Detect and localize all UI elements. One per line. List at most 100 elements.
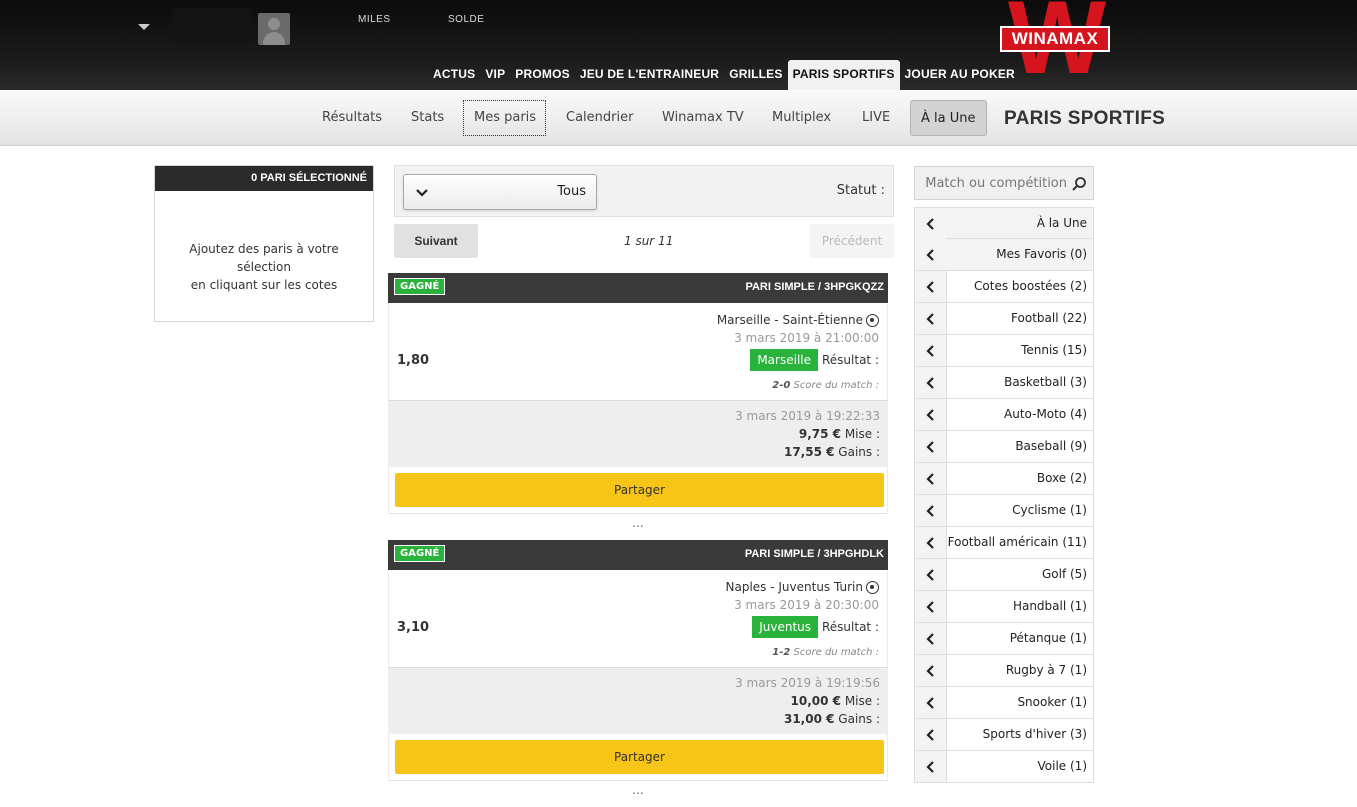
winnings-value: 17,55 € bbox=[783, 445, 835, 459]
chevron-left-icon bbox=[915, 623, 946, 654]
status-select-value: Tous bbox=[557, 184, 586, 199]
chevron-left-icon bbox=[915, 527, 946, 558]
subnav-calendrier[interactable]: Calendrier bbox=[556, 100, 643, 136]
more-dots[interactable]: ... bbox=[388, 514, 888, 532]
search-input[interactable]: Match ou compétition bbox=[925, 176, 1067, 191]
menu-item-baseball[interactable]: Baseball (9) bbox=[914, 431, 1094, 463]
bet-title: PARI SIMPLE / 3HPGHDLK bbox=[744, 548, 884, 560]
menu-item-cotes-boostees[interactable]: Cotes boostées (2) bbox=[914, 271, 1094, 303]
solde-link[interactable]: SOLDE bbox=[448, 14, 484, 25]
next-button[interactable]: Suivant bbox=[394, 224, 478, 258]
logo-wordmark: WINAMAX bbox=[1000, 26, 1110, 52]
account-dropdown-icon[interactable] bbox=[138, 24, 150, 30]
bet-slip-message-line2: en cliquant sur les cotes bbox=[190, 278, 338, 292]
menu-item-label: Cyclisme (1) bbox=[1012, 503, 1087, 517]
menu-item-label: Auto-Moto (4) bbox=[1004, 407, 1087, 421]
section-title: PARIS SPORTIFS bbox=[1004, 108, 1166, 129]
nav-paris-sportifs[interactable]: PARIS SPORTIFS bbox=[787, 60, 900, 90]
page-count: 1 sur 11 bbox=[624, 234, 674, 248]
top-bar: MILES SOLDE ACTUS VIP PROMOS JEU DE L'EN… bbox=[0, 0, 1357, 90]
menu-item-basketball[interactable]: Basketball (3) bbox=[914, 367, 1094, 399]
winnings-label: Gains : bbox=[838, 712, 880, 726]
nav-promos[interactable]: PROMOS bbox=[510, 60, 575, 90]
chevron-left-icon bbox=[915, 463, 946, 494]
chevron-left-icon bbox=[915, 399, 946, 430]
chevron-left-icon bbox=[915, 431, 946, 462]
share-wrap: Partager bbox=[388, 467, 888, 514]
subnav-stats[interactable]: Stats bbox=[401, 100, 454, 136]
nav-jeu-entraineur[interactable]: JEU DE L'ENTRAINEUR bbox=[575, 60, 724, 90]
bet-card: GAGNÉ PARI SIMPLE / 3HPGHDLK Naples - Ju… bbox=[388, 540, 888, 799]
nav-vip[interactable]: VIP bbox=[480, 60, 510, 90]
winnings-label: Gains : bbox=[838, 445, 880, 459]
match-result: Juventus Résultat : bbox=[752, 616, 879, 638]
menu-item-football[interactable]: Football (22) bbox=[914, 303, 1094, 335]
menu-item-a-la-une[interactable]: À la Une bbox=[914, 207, 1094, 239]
avatar[interactable] bbox=[258, 13, 290, 45]
match-name: Naples - Juventus Turin bbox=[725, 580, 863, 594]
stake-label: Mise : bbox=[844, 694, 880, 708]
menu-item-rugby-7[interactable]: Rugby à 7 (1) bbox=[914, 655, 1094, 687]
share-button[interactable]: Partager bbox=[395, 473, 884, 507]
main-nav: ACTUS VIP PROMOS JEU DE L'ENTRAINEUR GRI… bbox=[428, 60, 1020, 90]
status-filter: Tous Statut : bbox=[394, 165, 894, 217]
chevron-left-icon bbox=[915, 239, 946, 270]
more-dots[interactable]: ... bbox=[388, 781, 888, 799]
match-date: 3 mars 2019 à 20:30:00 bbox=[734, 598, 879, 612]
menu-item-auto-moto[interactable]: Auto-Moto (4) bbox=[914, 399, 1094, 431]
menu-item-label: Football (22) bbox=[1011, 311, 1087, 325]
search-box[interactable]: Match ou compétition bbox=[914, 166, 1094, 200]
match-score: 2-0 Score du match : bbox=[772, 380, 879, 391]
menu-item-favoris[interactable]: Mes Favoris (0) bbox=[914, 239, 1094, 271]
menu-item-label: Basketball (3) bbox=[1004, 375, 1087, 389]
bet-winnings: 31,00 € Gains : bbox=[784, 712, 880, 726]
subnav-live[interactable]: LIVE bbox=[852, 100, 900, 136]
match-name-row[interactable]: Marseille - Saint-Étienne bbox=[717, 313, 879, 327]
previous-button[interactable]: Précédent bbox=[810, 224, 894, 258]
result-label: Résultat : bbox=[822, 353, 879, 367]
subnav-resultats[interactable]: Résultats bbox=[312, 100, 392, 136]
menu-item-football-americain[interactable]: Football américain (11) bbox=[914, 527, 1094, 559]
menu-item-label: Cotes boostées (2) bbox=[974, 279, 1087, 293]
share-button[interactable]: Partager bbox=[395, 740, 884, 774]
subnav-a-la-une[interactable]: À la Une bbox=[910, 100, 987, 136]
status-select[interactable]: Tous bbox=[403, 174, 597, 210]
bet-match: Naples - Juventus Turin 3 mars 2019 à 20… bbox=[388, 570, 888, 667]
subnav-winamax-tv[interactable]: Winamax TV bbox=[652, 100, 754, 136]
score-value: 2-0 bbox=[772, 380, 791, 391]
username-box[interactable] bbox=[172, 8, 252, 44]
stake-value: 10,00 € bbox=[790, 694, 841, 708]
menu-item-label: Football américain (11) bbox=[947, 535, 1087, 549]
nav-grilles[interactable]: GRILLES bbox=[724, 60, 787, 90]
subnav-multiplex[interactable]: Multiplex bbox=[762, 100, 841, 136]
subnav-mes-paris[interactable]: Mes paris bbox=[463, 100, 546, 136]
menu-item-tennis[interactable]: Tennis (15) bbox=[914, 335, 1094, 367]
bet-info: 3 mars 2019 à 19:22:33 9,75 € Mise : 17,… bbox=[388, 400, 888, 467]
winnings-value: 31,00 € bbox=[783, 712, 835, 726]
match-name-row[interactable]: Naples - Juventus Turin bbox=[726, 580, 879, 594]
bet-title: PARI SIMPLE / 3HPGKQZZ bbox=[745, 281, 884, 293]
score-value: 1-2 bbox=[772, 647, 791, 658]
bet-slip-message-line1: Ajoutez des paris à votre sélection bbox=[189, 242, 339, 274]
nav-actus[interactable]: ACTUS bbox=[428, 60, 480, 90]
winamax-logo[interactable]: W WINAMAX bbox=[996, 0, 1112, 90]
sub-nav: Résultats Stats Mes paris Calendrier Win… bbox=[0, 90, 1357, 146]
menu-item-handball[interactable]: Handball (1) bbox=[914, 591, 1094, 623]
menu-item-sports-hiver[interactable]: Sports d'hiver (3) bbox=[914, 719, 1094, 751]
menu-item-voile[interactable]: Voile (1) bbox=[914, 751, 1094, 783]
menu-item-label: Sports d'hiver (3) bbox=[982, 727, 1087, 741]
chevron-down-icon bbox=[416, 189, 428, 197]
bet-header: GAGNÉ PARI SIMPLE / 3HPGKQZZ bbox=[388, 273, 888, 303]
menu-item-label: Golf (5) bbox=[1041, 567, 1087, 581]
chevron-left-icon bbox=[915, 367, 946, 398]
menu-item-boxe[interactable]: Boxe (2) bbox=[914, 463, 1094, 495]
bet-stake: 9,75 € Mise : bbox=[799, 427, 880, 441]
pager: Suivant 1 sur 11 Précédent bbox=[394, 224, 894, 258]
menu-item-snooker[interactable]: Snooker (1) bbox=[914, 687, 1094, 719]
menu-item-golf[interactable]: Golf (5) bbox=[914, 559, 1094, 591]
search-icon[interactable] bbox=[1071, 176, 1087, 192]
miles-link[interactable]: MILES bbox=[358, 14, 391, 25]
menu-item-petanque[interactable]: Pétanque (1) bbox=[914, 623, 1094, 655]
status-label: Statut : bbox=[836, 183, 885, 198]
menu-item-cyclisme[interactable]: Cyclisme (1) bbox=[914, 495, 1094, 527]
